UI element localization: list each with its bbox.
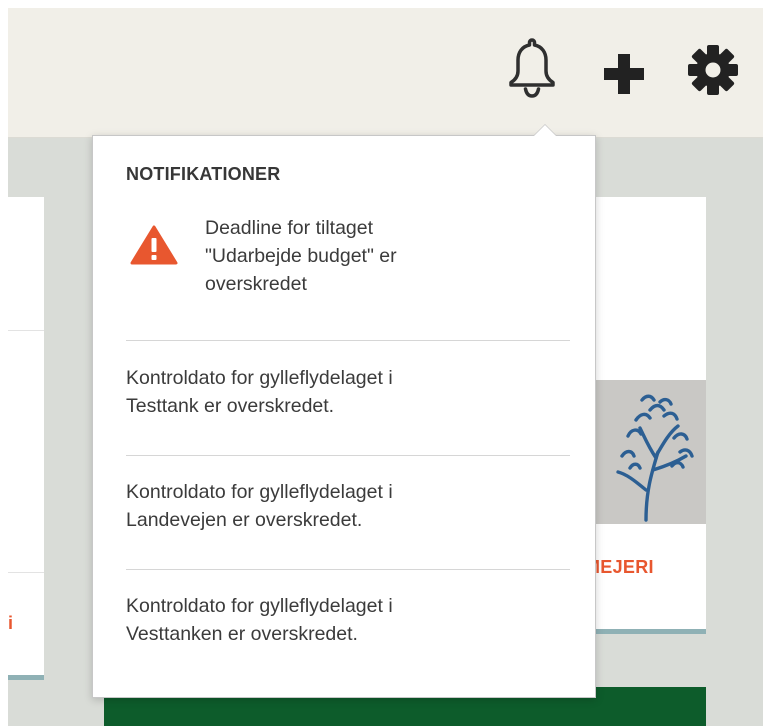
right-card[interactable]: MEJERI: [585, 197, 706, 634]
warning-icon: [130, 224, 178, 274]
bell-icon[interactable]: [503, 34, 561, 100]
brand-label: MEJERI: [585, 557, 654, 577]
notification-line: Landevejen er overskredet.: [126, 509, 363, 531]
divider: [8, 572, 44, 573]
gear-icon[interactable]: [685, 42, 741, 98]
notification-line: overskredet: [205, 273, 307, 295]
left-card-label: i: [8, 613, 14, 633]
notification-line: Testtank er overskredet.: [126, 395, 335, 417]
notification-item[interactable]: Kontroldato for gylleflydelaget i Testta…: [126, 364, 570, 456]
notification-text: Kontroldato for gylleflydelaget i Vestta…: [126, 592, 546, 648]
notifications-popover: NOTIFIKATIONER Deadline for tiltaget "Ud…: [92, 124, 596, 698]
tree-logo-image: [585, 380, 706, 524]
notification-item[interactable]: Kontroldato for gylleflydelaget i Vestta…: [126, 592, 570, 672]
notification-text: Kontroldato for gylleflydelaget i Testta…: [126, 364, 546, 420]
notification-text: Kontroldato for gylleflydelaget i Landev…: [126, 478, 546, 534]
notification-line: Deadline for tiltaget: [205, 217, 374, 239]
notification-line: Kontroldato for gylleflydelaget i: [126, 595, 393, 617]
page-background: i MEJERI NOTIFIKATIONER Deadline for til…: [8, 8, 763, 726]
notification-text: Deadline for tiltaget "Udarbejde budget"…: [205, 214, 515, 298]
notification-item[interactable]: Deadline for tiltaget "Udarbejde budget"…: [126, 213, 570, 341]
left-card[interactable]: i: [8, 197, 44, 680]
popover-title: NOTIFIKATIONER: [126, 164, 281, 184]
plus-icon[interactable]: [598, 48, 650, 100]
top-bar: [8, 8, 763, 138]
notification-line: "Udarbejde budget" er: [205, 245, 397, 267]
notification-line: Kontroldato for gylleflydelaget i: [126, 367, 393, 389]
notification-item[interactable]: Kontroldato for gylleflydelaget i Landev…: [126, 478, 570, 570]
popover-arrow: [533, 124, 557, 136]
notification-line: Vesttanken er overskredet.: [126, 623, 358, 645]
notification-line: Kontroldato for gylleflydelaget i: [126, 481, 393, 503]
divider: [8, 330, 44, 331]
